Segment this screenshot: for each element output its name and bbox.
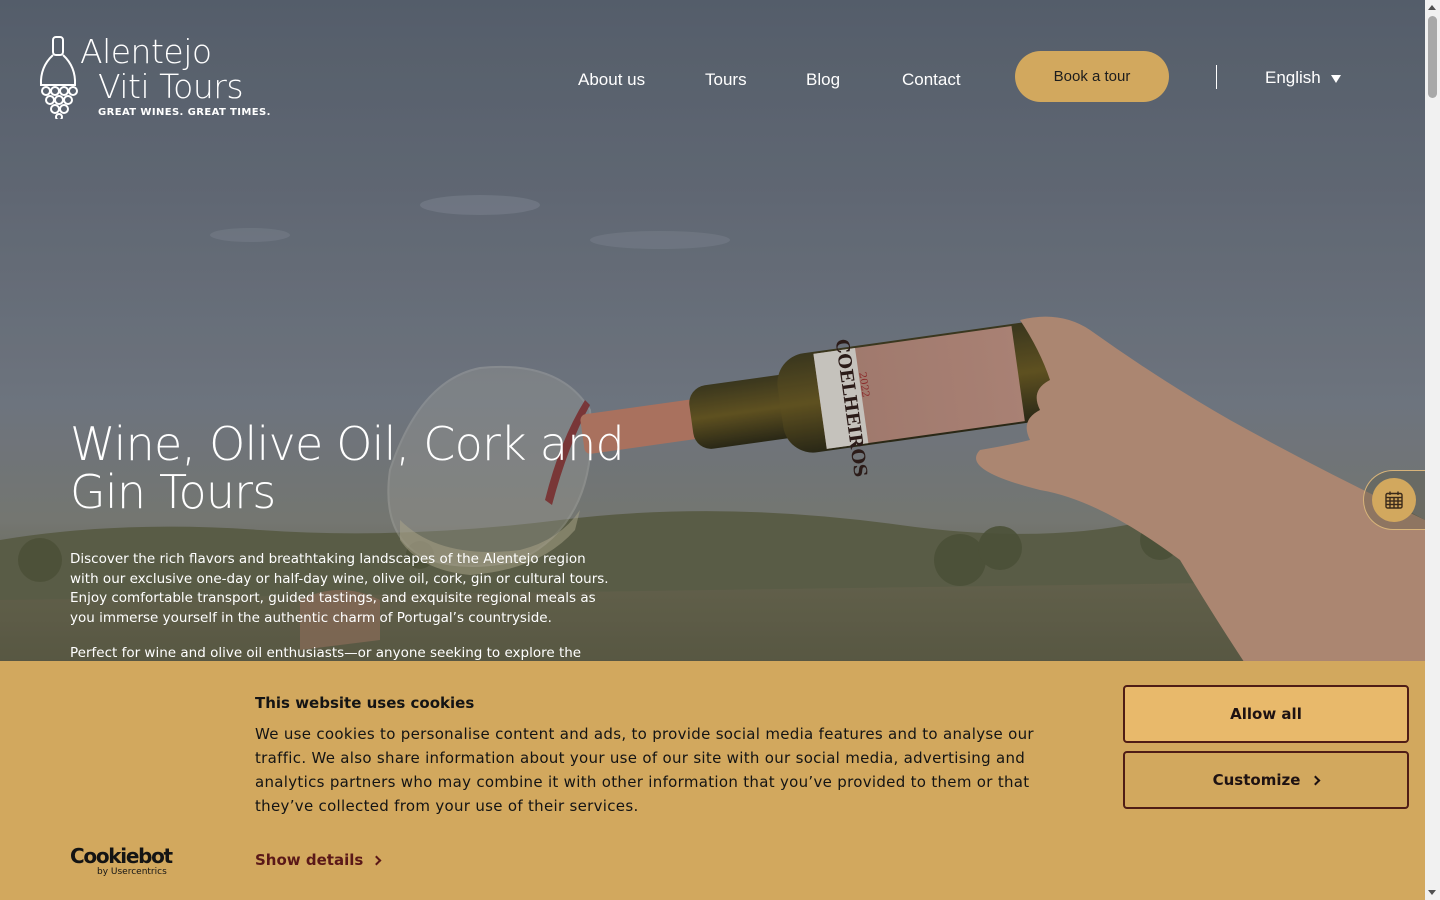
calendar-button[interactable] (1372, 478, 1416, 522)
scroll-up-arrow-icon[interactable] (1428, 5, 1436, 10)
customize-button[interactable]: Customize (1123, 751, 1409, 809)
chevron-right-icon (371, 855, 382, 865)
chevron-down-icon (1330, 75, 1341, 83)
site-logo[interactable]: Alentejo Viti Tours GREAT WINES. GREAT T… (38, 32, 270, 119)
cookie-description: We use cookies to personalise content an… (255, 725, 1034, 815)
show-details-link[interactable]: Show details (255, 851, 382, 869)
book-a-tour-button[interactable]: Book a tour (1015, 51, 1169, 102)
allow-all-label: Allow all (1230, 705, 1302, 723)
logo-tagline: GREAT WINES. GREAT TIMES. (98, 107, 271, 118)
nav-about-us[interactable]: About us (578, 70, 645, 90)
cookie-banner: Cookiebot by Usercentrics This website u… (0, 661, 1425, 900)
cookiebot-wordmark: Cookiebot (70, 844, 173, 868)
chevron-right-icon (1310, 775, 1321, 785)
cookie-title: This website uses cookies (255, 694, 475, 712)
page-scrollbar[interactable] (1425, 0, 1440, 900)
nav-tours[interactable]: Tours (705, 70, 747, 90)
nav-divider (1216, 65, 1217, 89)
grape-bottle-logo-icon (39, 36, 78, 119)
scroll-thumb[interactable] (1428, 16, 1437, 98)
logo-line-1: Alentejo (80, 32, 212, 71)
customize-label: Customize (1212, 771, 1301, 789)
language-selector[interactable]: English (1265, 68, 1341, 88)
show-details-label: Show details (255, 851, 364, 869)
cookiebot-logo[interactable]: Cookiebot by Usercentrics (70, 844, 175, 878)
language-label: English (1265, 68, 1321, 87)
nav-blog[interactable]: Blog (806, 70, 840, 90)
calendar-icon (1385, 491, 1403, 509)
allow-all-button[interactable]: Allow all (1123, 685, 1409, 743)
scroll-down-arrow-icon[interactable] (1428, 890, 1436, 895)
hero-description: Discover the rich flavors and breathtaki… (70, 551, 609, 627)
cookiebot-subtitle: by Usercentrics (97, 867, 167, 877)
hero-title: Wine, Olive Oil, Cork and Gin Tours (70, 417, 625, 519)
nav-contact[interactable]: Contact (902, 70, 961, 90)
logo-line-2: Viti Tours (98, 67, 244, 106)
